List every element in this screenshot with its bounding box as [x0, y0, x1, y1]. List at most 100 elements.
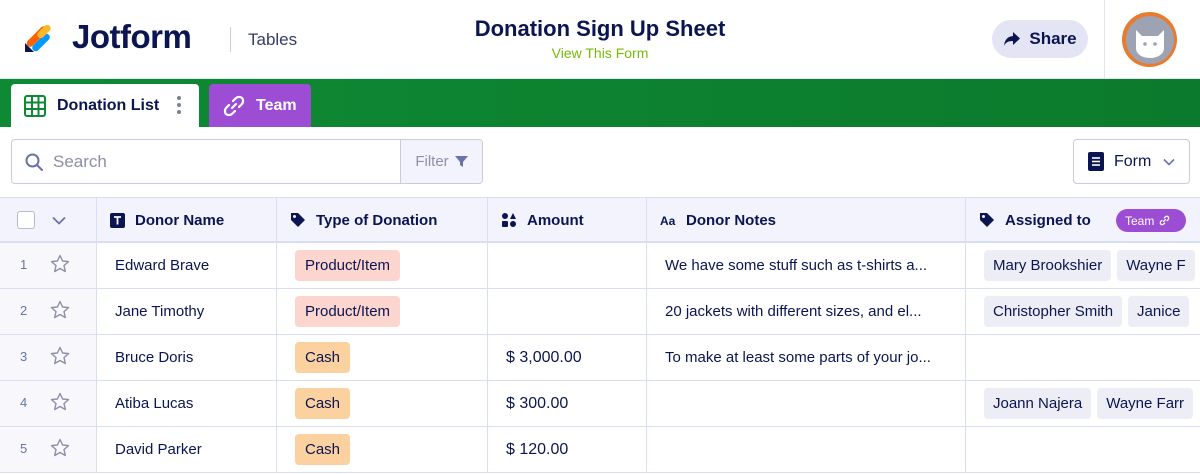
- assignee-chip[interactable]: Christopher Smith: [984, 296, 1123, 327]
- donor-notes-cell[interactable]: To make at least some parts of your jo..…: [647, 335, 966, 380]
- donor-name-cell[interactable]: David Parker: [97, 427, 277, 472]
- amount-cell[interactable]: [488, 243, 647, 288]
- table-row[interactable]: 2 Jane Timothy Product/Item 20 jackets with…: [0, 289, 1200, 335]
- row-number-cell: 3: [0, 335, 97, 380]
- donation-type-cell[interactable]: Product/Item: [277, 289, 488, 334]
- donor-notes-cell[interactable]: [647, 381, 966, 426]
- assignee-chip[interactable]: Wayne F: [1117, 250, 1195, 281]
- assigned-to-cell[interactable]: Joann Najera Wayne Farr: [966, 381, 1200, 426]
- filter-label: Filter: [415, 153, 449, 170]
- app-header: Jotform Tables Donation Sign Up Sheet Vi…: [0, 0, 1200, 79]
- column-label: Assigned to: [1005, 211, 1091, 229]
- donor-notes: 20 jackets with different sizes, and el.…: [665, 303, 922, 320]
- donor-notes-cell[interactable]: 20 jackets with different sizes, and el.…: [647, 289, 966, 334]
- filter-button[interactable]: Filter: [400, 140, 482, 183]
- donor-notes-cell[interactable]: We have some stuff such as t-shirts a...: [647, 243, 966, 288]
- donation-type-pill: Product/Item: [295, 296, 401, 327]
- amount-value: $ 120.00: [506, 440, 569, 458]
- amount-cell[interactable]: $ 3,000.00: [488, 335, 647, 380]
- amount-value: $ 300.00: [506, 394, 569, 412]
- amount-cell[interactable]: [488, 289, 647, 334]
- share-label: Share: [1029, 29, 1077, 48]
- donation-type-pill: Cash: [295, 434, 351, 465]
- tables-link[interactable]: Tables: [248, 30, 297, 50]
- assigned-to-cell[interactable]: Mary Brookshier Wayne F: [966, 243, 1200, 288]
- column-header-type-of-donation[interactable]: Type of Donation: [277, 198, 488, 242]
- row-number-cell: 4: [0, 381, 97, 426]
- assigned-to-cell[interactable]: [966, 427, 1200, 472]
- chevron-down-icon[interactable]: [52, 216, 66, 225]
- form-view-button[interactable]: Form: [1073, 139, 1190, 184]
- search-icon: [25, 153, 43, 171]
- link-icon: [1160, 215, 1170, 226]
- table-row[interactable]: 3 Bruce Doris Cash $ 3,000.00 To make at lea…: [0, 335, 1200, 381]
- text-field-icon: [110, 212, 125, 228]
- column-header-donor-notes[interactable]: Aa Donor Notes: [647, 198, 966, 242]
- amount-value: $ 3,000.00: [506, 348, 582, 366]
- search-input[interactable]: [53, 151, 383, 172]
- donation-type-cell[interactable]: Product/Item: [277, 243, 488, 288]
- share-arrow-icon: [1004, 32, 1021, 46]
- donor-name-cell[interactable]: Bruce Doris: [97, 335, 277, 380]
- row-number: 5: [20, 441, 28, 456]
- select-all-cell: [0, 198, 97, 242]
- view-form-link[interactable]: View This Form: [400, 45, 800, 61]
- row-number: 3: [20, 349, 28, 364]
- assignee-chip[interactable]: Janice: [1128, 296, 1190, 327]
- row-number: 2: [20, 303, 28, 318]
- avatar-divider: [1104, 0, 1105, 79]
- row-number-cell: 1: [0, 243, 97, 288]
- table-row[interactable]: 1 Edward Brave Product/Item We have some st…: [0, 243, 1200, 289]
- chevron-down-icon: [1163, 158, 1175, 166]
- link-icon: [223, 95, 245, 116]
- donor-name-cell[interactable]: Edward Brave: [97, 243, 277, 288]
- assigned-to-cell[interactable]: [966, 335, 1200, 380]
- assignee-chip[interactable]: Joann Najera: [984, 388, 1092, 419]
- table-row[interactable]: 4 Atiba Lucas Cash $ 300.00 Joann Najera Wayn…: [0, 381, 1200, 427]
- assignee-chip[interactable]: Wayne Farr: [1097, 388, 1194, 419]
- star-icon[interactable]: [50, 346, 70, 371]
- donation-type-cell[interactable]: Cash: [277, 335, 488, 380]
- column-header-amount[interactable]: Amount: [488, 198, 647, 242]
- donor-name: Edward Brave: [115, 257, 210, 274]
- amount-cell[interactable]: $ 300.00: [488, 381, 647, 426]
- star-icon[interactable]: [50, 300, 70, 325]
- select-all-checkbox[interactable]: [17, 211, 35, 229]
- column-label: Type of Donation: [316, 211, 438, 229]
- donor-notes: We have some stuff such as t-shirts a...: [665, 257, 928, 274]
- donor-name-cell[interactable]: Jane Timothy: [97, 289, 277, 334]
- donation-type-cell[interactable]: Cash: [277, 381, 488, 426]
- donor-name: Jane Timothy: [115, 303, 205, 320]
- row-number: 4: [20, 395, 28, 410]
- team-link-badge[interactable]: Team: [1116, 209, 1186, 232]
- team-badge-label: Team: [1125, 213, 1155, 228]
- avatar-cat-icon: [1135, 29, 1164, 58]
- share-button[interactable]: Share: [992, 20, 1088, 58]
- tab-team[interactable]: Team: [209, 84, 311, 127]
- form-title-block: Donation Sign Up Sheet View This Form: [400, 16, 800, 61]
- shapes-icon: [502, 213, 516, 227]
- row-number-cell: 2: [0, 289, 97, 334]
- donor-name-cell[interactable]: Atiba Lucas: [97, 381, 277, 426]
- assignee-chip[interactable]: Mary Brookshier: [984, 250, 1112, 281]
- column-header-donor-name[interactable]: Donor Name: [97, 198, 277, 242]
- star-icon[interactable]: [50, 438, 70, 463]
- tab-bar: Donation List Team: [0, 79, 1200, 127]
- amount-cell[interactable]: $ 120.00: [488, 427, 647, 472]
- row-number: 1: [20, 257, 28, 272]
- donation-type-cell[interactable]: Cash: [277, 427, 488, 472]
- avatar[interactable]: [1122, 12, 1177, 67]
- donor-notes-cell[interactable]: [647, 427, 966, 472]
- tab-more-icon[interactable]: [177, 96, 181, 114]
- svg-text:Aa: Aa: [660, 214, 676, 226]
- tab-donation-list[interactable]: Donation List: [11, 84, 199, 127]
- tab-label: Donation List: [57, 96, 160, 114]
- donor-name: David Parker: [115, 441, 202, 458]
- assigned-to-cell[interactable]: Christopher Smith Janice: [966, 289, 1200, 334]
- donor-notes: To make at least some parts of your jo..…: [665, 349, 931, 366]
- jotform-logo[interactable]: Jotform: [22, 18, 192, 56]
- star-icon[interactable]: [50, 392, 70, 417]
- star-icon[interactable]: [50, 254, 70, 279]
- table-row[interactable]: 5 David Parker Cash $ 120.00: [0, 427, 1200, 473]
- tag-icon: [980, 213, 994, 227]
